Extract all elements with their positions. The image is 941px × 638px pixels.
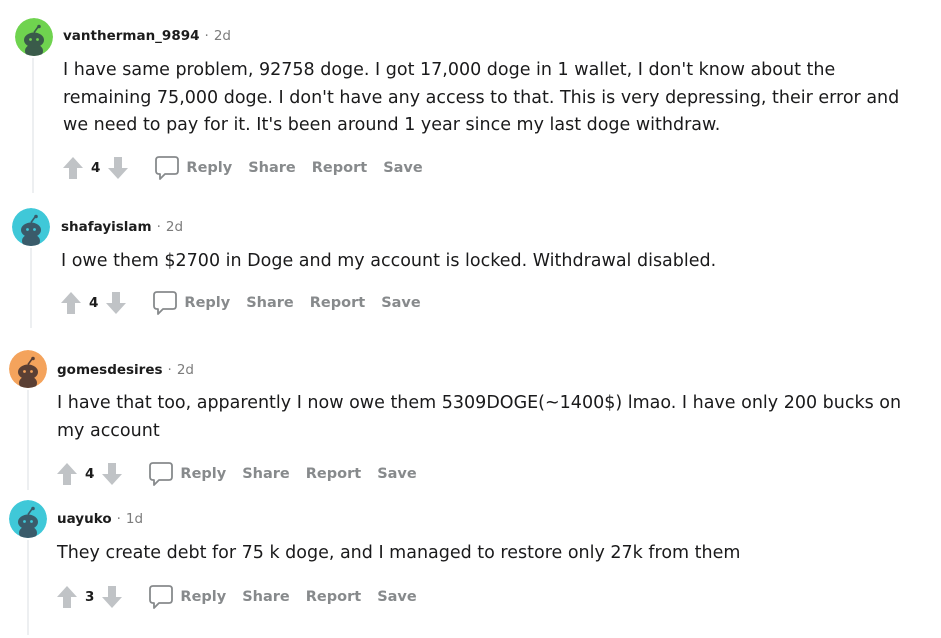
report-button[interactable]: Report — [306, 466, 361, 482]
vote-count: 3 — [85, 589, 95, 605]
thread-line[interactable] — [27, 540, 29, 635]
arrow-down-icon[interactable] — [100, 462, 124, 486]
reply-button[interactable]: Reply — [180, 589, 226, 605]
thread-line[interactable] — [32, 58, 34, 193]
snoo-avatar-icon[interactable] — [15, 18, 53, 56]
username[interactable]: shafayislam — [61, 219, 152, 235]
speech-bubble-icon[interactable] — [154, 155, 180, 181]
save-button[interactable]: Save — [377, 466, 417, 482]
reply-button[interactable]: Reply — [186, 160, 232, 176]
comment-body: I have same problem, 92758 doge. I got 1… — [63, 60, 900, 135]
arrow-down-icon[interactable] — [100, 585, 124, 609]
save-button[interactable]: Save — [377, 589, 417, 605]
save-button[interactable]: Save — [383, 160, 423, 176]
arrow-down-icon[interactable] — [106, 156, 130, 180]
arrow-up-icon[interactable] — [59, 291, 83, 315]
thread-line[interactable] — [27, 390, 29, 490]
timestamp[interactable]: 1d — [126, 511, 143, 527]
meta-separator: · — [156, 219, 161, 235]
arrow-up-icon[interactable] — [55, 462, 79, 486]
reply-button[interactable]: Reply — [180, 466, 226, 482]
arrow-up-icon[interactable] — [55, 585, 79, 609]
timestamp[interactable]: 2d — [214, 28, 231, 44]
share-button[interactable]: Share — [246, 295, 294, 311]
arrow-up-icon[interactable] — [61, 156, 85, 180]
username[interactable]: uayuko — [57, 511, 112, 527]
username[interactable]: vantherman_9894 — [63, 28, 200, 44]
timestamp[interactable]: 2d — [166, 219, 183, 235]
snoo-avatar-icon[interactable] — [9, 500, 47, 538]
report-button[interactable]: Report — [310, 295, 365, 311]
reply-button[interactable]: Reply — [184, 295, 230, 311]
speech-bubble-icon[interactable] — [148, 584, 174, 610]
thread-line[interactable] — [30, 248, 32, 328]
snoo-avatar-icon[interactable] — [9, 350, 47, 388]
share-button[interactable]: Share — [242, 589, 290, 605]
meta-separator: · — [167, 362, 172, 378]
vote-count: 4 — [85, 466, 95, 482]
meta-separator: · — [204, 28, 209, 44]
save-button[interactable]: Save — [381, 295, 421, 311]
vote-count: 4 — [91, 160, 101, 176]
speech-bubble-icon[interactable] — [152, 290, 178, 316]
arrow-down-icon[interactable] — [104, 291, 128, 315]
meta-separator: · — [116, 511, 121, 527]
report-button[interactable]: Report — [306, 589, 361, 605]
snoo-avatar-icon[interactable] — [12, 208, 50, 246]
username[interactable]: gomesdesires — [57, 362, 163, 378]
speech-bubble-icon[interactable] — [148, 461, 174, 487]
timestamp[interactable]: 2d — [177, 362, 194, 378]
comment-body: I have that too, apparently I now owe th… — [57, 393, 902, 441]
comment-body: I owe them $2700 in Doge and my account … — [61, 251, 717, 271]
report-button[interactable]: Report — [312, 160, 367, 176]
share-button[interactable]: Share — [242, 466, 290, 482]
vote-count: 4 — [89, 295, 99, 311]
share-button[interactable]: Share — [248, 160, 296, 176]
comment-body: They create debt for 75 k doge, and I ma… — [57, 543, 741, 563]
